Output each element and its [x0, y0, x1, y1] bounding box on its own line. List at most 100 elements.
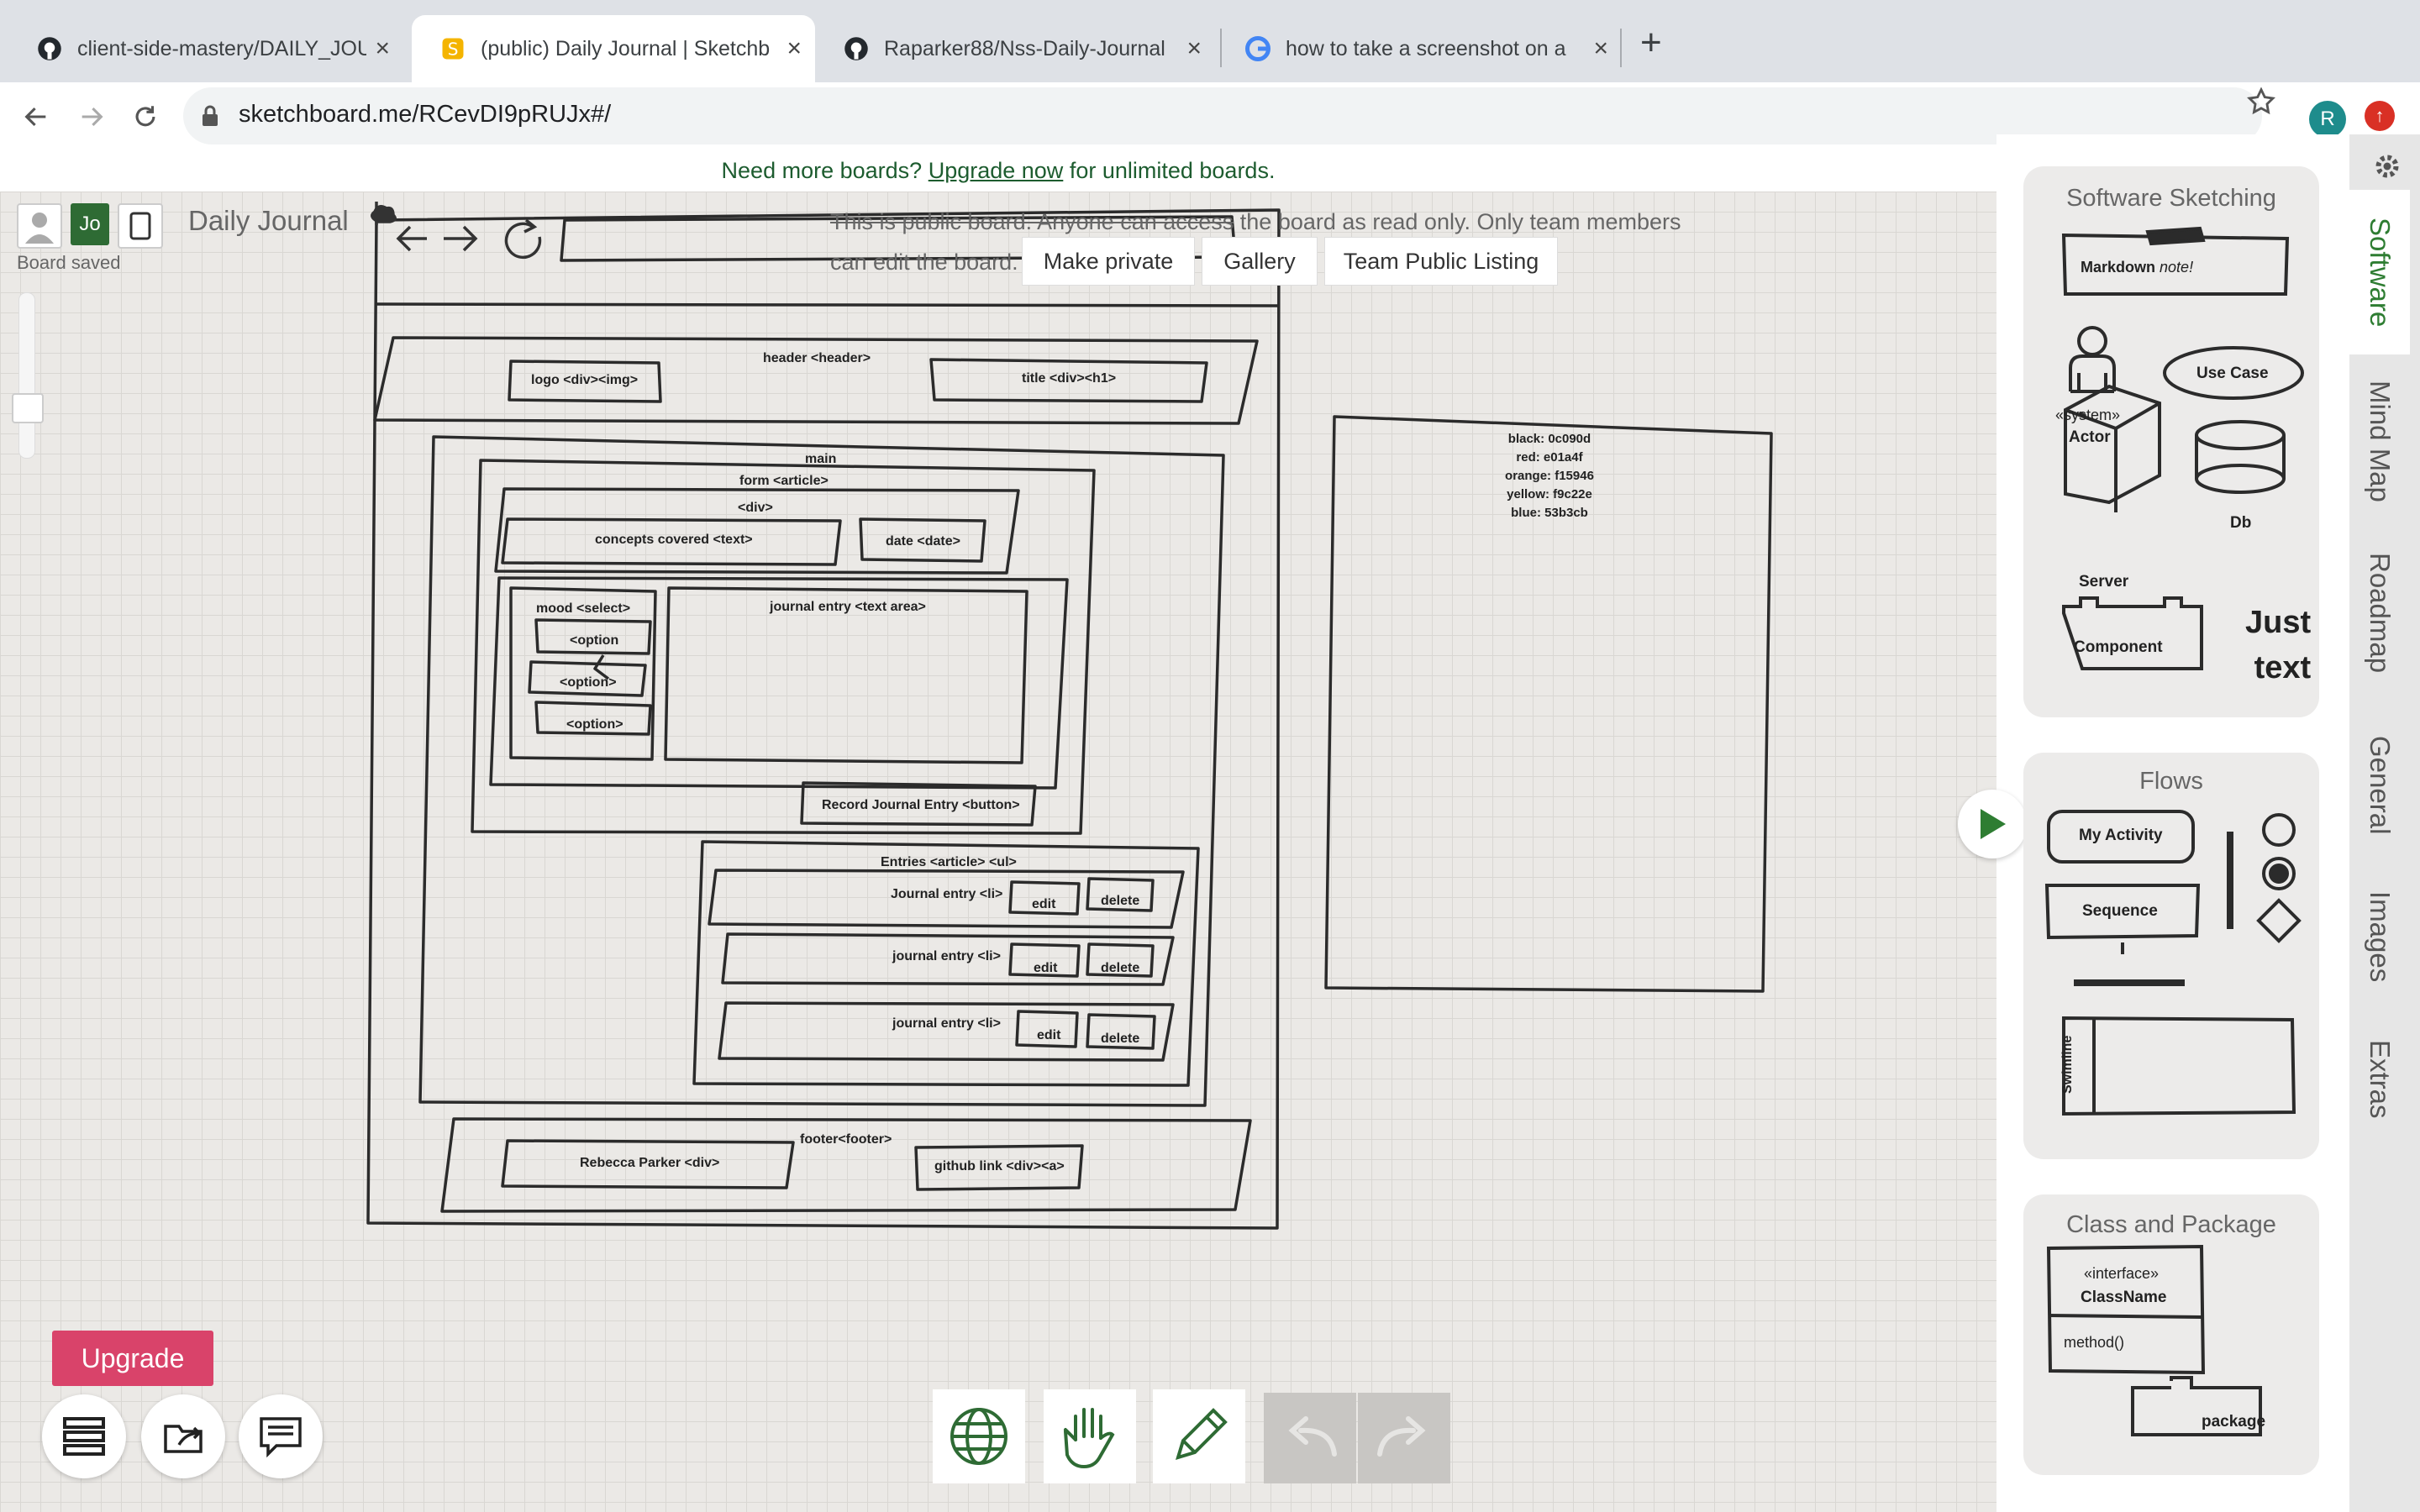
form-box: [471, 459, 1096, 835]
new-board-button[interactable]: [118, 203, 163, 249]
footer-label: footer<footer>: [800, 1132, 892, 1147]
zoom-slider-handle[interactable]: [12, 393, 44, 423]
tab-images[interactable]: Images: [2349, 874, 2410, 1000]
entry-label-3: journal entry <li>: [892, 1016, 1001, 1031]
settings-button[interactable]: [2363, 144, 2412, 188]
component-shape[interactable]: Component: [2074, 638, 2163, 657]
header-label: header <header>: [763, 351, 871, 365]
redo-icon: [1377, 1416, 1426, 1457]
tab-label: Images: [2365, 890, 2396, 983]
globe-icon: [950, 1408, 1007, 1465]
db-shape[interactable]: Db: [2230, 514, 2251, 533]
class-method: method(): [2064, 1334, 2125, 1351]
mood-label: mood <select>: [536, 601, 631, 616]
public-note-strike: This is public board. Anyone can access: [830, 209, 1234, 234]
class-shape[interactable]: ClassName: [2081, 1289, 2166, 1307]
collapse-sidebar-button[interactable]: [1958, 790, 2027, 858]
update-icon[interactable]: ↑: [2365, 101, 2395, 131]
entry-label-2: journal entry <li>: [892, 949, 1001, 963]
pan-tool-button[interactable]: [1044, 1389, 1136, 1483]
entry-label-1: Journal entry <li>: [891, 887, 1003, 901]
tab-label: Extras: [2365, 1040, 2396, 1119]
just-text-line1: Just: [2245, 605, 2312, 640]
tab-label: Roadmap: [2365, 553, 2396, 674]
edit-label: edit: [1032, 897, 1056, 911]
flow-shapes: [2044, 810, 2302, 1116]
layers-icon: [63, 1417, 105, 1456]
tab-label: Mind Map: [2365, 380, 2396, 502]
undo-button[interactable]: [1264, 1393, 1356, 1483]
canvas-draw-tools: [371, 202, 542, 260]
delete-label: delete: [1101, 894, 1140, 908]
upgrade-button[interactable]: Upgrade: [52, 1331, 213, 1386]
globe-tool-button[interactable]: [933, 1389, 1025, 1483]
class-stereotype: «interface»: [2084, 1265, 2160, 1282]
option-label-1: <option: [570, 633, 619, 648]
comments-button[interactable]: [239, 1394, 323, 1478]
markdown-bold: Markdown: [2081, 259, 2156, 276]
redo-button[interactable]: [1358, 1393, 1450, 1483]
sequence-shape[interactable]: Sequence: [2082, 902, 2158, 921]
make-private-button[interactable]: Make private: [1022, 237, 1195, 286]
profile-avatar[interactable]: R: [2309, 101, 2346, 138]
play-icon: [1981, 809, 2006, 839]
pencil-tool-button[interactable]: [1153, 1389, 1245, 1483]
edit-label: edit: [1037, 1028, 1061, 1042]
tab-general[interactable]: General: [2349, 722, 2410, 848]
color-orange: orange: f15946: [1505, 469, 1594, 483]
tab-extras[interactable]: Extras: [2349, 1016, 2410, 1142]
export-button[interactable]: [141, 1394, 225, 1478]
tab-mind-map[interactable]: Mind Map: [2349, 361, 2410, 521]
div-label: <div>: [738, 501, 773, 515]
activity-shape[interactable]: My Activity: [2079, 827, 2163, 845]
gear-icon: [2375, 155, 2399, 178]
use-case-shape[interactable]: Use Case: [2196, 365, 2269, 383]
user-initials-badge[interactable]: Jo: [71, 203, 109, 245]
markdown-italic: note!: [2160, 259, 2194, 276]
journal-entry-label: journal entry <text area>: [770, 600, 926, 614]
form-label: form <article>: [739, 474, 829, 488]
user-icon: [25, 213, 54, 244]
color-black: black: 0c090d: [1507, 432, 1591, 446]
concepts-label: concepts covered <text>: [595, 533, 753, 547]
comment-icon: [260, 1417, 302, 1457]
just-text-line2: text: [2254, 650, 2312, 685]
github-label: github link <div><a>: [934, 1159, 1065, 1173]
star-icon[interactable]: [2245, 86, 2277, 118]
team-public-listing-button[interactable]: Team Public Listing: [1324, 237, 1558, 286]
title-label: title <div><h1>: [1022, 371, 1117, 386]
colors-note: black: 0c090d red: e01a4f orange: f15946…: [1442, 430, 1657, 522]
tab-software[interactable]: Software: [2349, 190, 2410, 354]
swimline-shape[interactable]: Swimline: [2060, 1036, 2075, 1094]
tab-label: Software: [2365, 217, 2396, 328]
save-status: Board saved: [17, 252, 121, 273]
delete-label: delete: [1101, 1032, 1140, 1046]
zoom-slider[interactable]: [18, 292, 35, 459]
entries-label: Entries <article> <ul>: [881, 855, 1017, 869]
color-red: red: e01a4f: [1516, 450, 1583, 465]
tab-roadmap[interactable]: Roadmap: [2349, 538, 2410, 689]
user-avatar[interactable]: [17, 203, 62, 249]
undo-icon: [1288, 1416, 1337, 1457]
gallery-button[interactable]: Gallery: [1202, 237, 1318, 286]
package-shape[interactable]: package: [2202, 1413, 2265, 1431]
actor-stereotype: «system»: [2055, 407, 2121, 423]
author-label: Rebecca Parker <div>: [580, 1156, 720, 1170]
edit-label: edit: [1034, 961, 1058, 975]
color-blue: blue: 53b3cb: [1511, 506, 1588, 520]
markdown-note-shape[interactable]: Markdown note!: [2081, 259, 2193, 276]
tab-label: General: [2365, 736, 2396, 835]
date-label: date <date>: [886, 534, 960, 549]
main-label: main: [805, 452, 837, 466]
option-label-2: <option>: [560, 675, 617, 690]
document-icon: [129, 212, 151, 240]
delete-label: delete: [1101, 961, 1140, 975]
just-text-shape[interactable]: Just text: [2245, 600, 2311, 690]
layers-button[interactable]: [42, 1394, 126, 1478]
server-shape[interactable]: Server: [2079, 573, 2128, 591]
record-button-label: Record Journal Entry <button>: [822, 798, 1020, 812]
board-title[interactable]: Daily Journal: [188, 205, 349, 237]
pencil-icon: [1176, 1408, 1228, 1460]
actor-shape[interactable]: Actor: [2069, 428, 2111, 447]
logo-label: logo <div><img>: [531, 373, 639, 387]
